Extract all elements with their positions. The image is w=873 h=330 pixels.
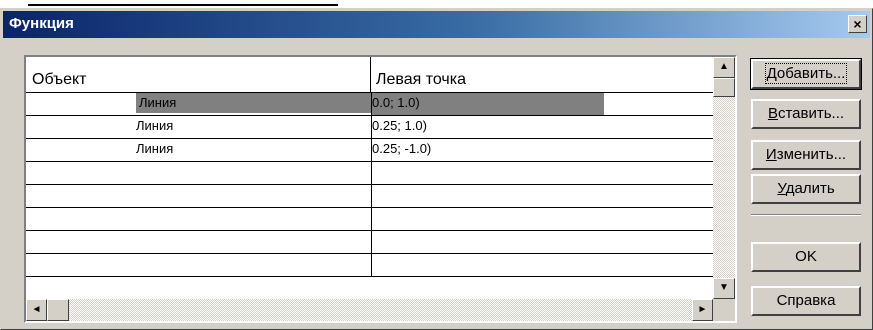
object-table: Объект Левая точка Линия 0.0; 1.0) Линия 0.…: [24, 55, 737, 323]
button-separator: [751, 214, 861, 216]
vertical-scroll-thumb[interactable]: [713, 78, 735, 97]
vertical-scrollbar[interactable]: ▲ ▼: [713, 57, 735, 299]
object-cell[interactable]: [136, 254, 372, 276]
scroll-up-icon[interactable]: ▲: [713, 57, 735, 78]
left-point-cell[interactable]: [372, 185, 604, 207]
column-header-left-point[interactable]: Левая точка: [371, 57, 713, 93]
left-point-cell[interactable]: [372, 231, 604, 253]
ok-button[interactable]: OK: [751, 242, 861, 272]
left-point-cell[interactable]: 0.0; 1.0): [372, 93, 604, 115]
insert-button[interactable]: Вставить...: [751, 99, 861, 129]
object-cell[interactable]: Линия: [136, 93, 372, 115]
help-button[interactable]: Справка: [751, 286, 861, 316]
horizontal-scrollbar[interactable]: ◄ ►: [26, 299, 713, 321]
left-point-cell[interactable]: [372, 254, 604, 276]
add-label: обавить...: [776, 65, 846, 82]
object-cell[interactable]: Линия: [136, 116, 372, 138]
edit-label: зменить...: [776, 146, 847, 163]
left-point-cell[interactable]: 0.25; -1.0): [372, 139, 604, 161]
column-header-object[interactable]: Объект: [26, 57, 371, 93]
left-point-cell[interactable]: 0.25; 1.0): [372, 116, 604, 138]
table-row[interactable]: Линия 0.25; -1.0): [26, 139, 713, 162]
document-fragment: [0, 0, 873, 8]
object-cell[interactable]: [136, 162, 372, 184]
object-cell[interactable]: [136, 185, 372, 207]
left-point-cell[interactable]: [372, 162, 604, 184]
table-row[interactable]: [26, 208, 713, 231]
title-bar[interactable]: Функция ×: [3, 11, 870, 38]
scroll-left-icon[interactable]: ◄: [26, 299, 47, 321]
table-row[interactable]: [26, 231, 713, 254]
function-dialog: Функция × Объект Левая точка Линия 0.0; 1…: [0, 8, 873, 330]
object-cell[interactable]: [136, 208, 372, 230]
object-cell-text: Линия: [136, 141, 174, 156]
insert-mnemonic: В: [767, 105, 778, 122]
scrollbar-corner: [713, 299, 735, 321]
dialog-title: Функция: [9, 15, 74, 32]
left-point-cell[interactable]: [372, 208, 604, 230]
insert-label: ставить...: [777, 105, 845, 122]
table-row[interactable]: [26, 185, 713, 208]
add-button[interactable]: Добавить...: [750, 58, 862, 90]
table-body: Объект Левая точка Линия 0.0; 1.0) Линия 0.…: [26, 57, 713, 299]
underline-decoration: [28, 4, 338, 6]
table-row[interactable]: [26, 254, 713, 277]
table-row[interactable]: [26, 162, 713, 185]
object-cell[interactable]: [136, 231, 372, 253]
scroll-down-icon[interactable]: ▼: [713, 278, 735, 299]
edit-button[interactable]: Изменить...: [751, 140, 861, 170]
horizontal-scroll-thumb[interactable]: [47, 299, 69, 321]
object-cell[interactable]: Линия: [136, 139, 372, 161]
close-button[interactable]: ×: [848, 15, 867, 33]
add-mnemonic: Д: [766, 65, 777, 82]
object-cell-text: Линия: [136, 118, 174, 133]
scroll-right-icon[interactable]: ►: [692, 299, 713, 321]
delete-mnemonic: У: [777, 180, 786, 197]
object-cell-text: Линия: [136, 93, 372, 113]
delete-label: далить: [785, 180, 835, 197]
table-row[interactable]: Линия 0.0; 1.0): [26, 93, 713, 116]
table-row[interactable]: Линия 0.25; 1.0): [26, 116, 713, 139]
delete-button[interactable]: Удалить: [751, 174, 861, 204]
edit-mnemonic: И: [765, 146, 777, 163]
